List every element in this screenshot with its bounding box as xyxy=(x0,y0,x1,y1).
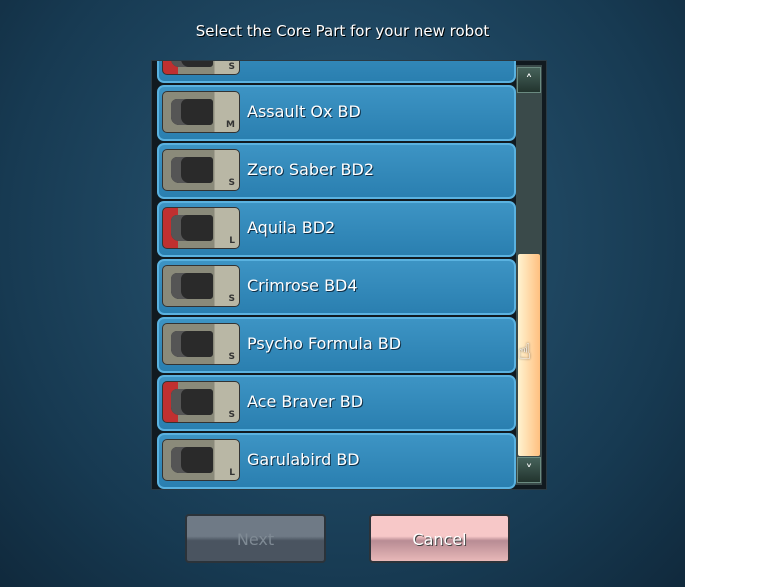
size-badge: S xyxy=(228,410,235,420)
part-icon: S xyxy=(162,265,240,307)
part-icon: S xyxy=(162,323,240,365)
part-name: Ace Braver BD xyxy=(247,392,364,411)
robot-body-icon xyxy=(171,215,213,241)
robot-body-icon xyxy=(171,331,213,357)
part-icon: M xyxy=(162,91,240,133)
size-badge: S xyxy=(228,294,235,304)
part-list-item[interactable]: S Zero Saber BD2 xyxy=(157,143,516,199)
part-name: Assault Ox BD xyxy=(247,102,361,121)
part-list-item[interactable]: S xyxy=(157,61,516,83)
part-icon: S xyxy=(162,149,240,191)
size-badge: S xyxy=(228,352,235,362)
next-button[interactable]: Next xyxy=(185,514,326,563)
scroll-up-button[interactable]: ˄ xyxy=(517,67,541,93)
part-list-item[interactable]: S Ace Braver BD xyxy=(157,375,516,431)
size-badge: S xyxy=(228,178,235,188)
part-list-item[interactable]: S Crimrose BD4 xyxy=(157,259,516,315)
part-name: Aquila BD2 xyxy=(247,218,336,237)
part-list-item[interactable]: S Psycho Formula BD xyxy=(157,317,516,373)
scrollbar[interactable]: ˄ ˅ xyxy=(516,65,542,485)
core-part-list: S M Assault Ox BD S Zero Saber BD2 L Aquila BD… xyxy=(151,60,547,490)
part-name: Garulabird BD xyxy=(247,450,360,469)
part-name: Psycho Formula BD xyxy=(247,334,402,353)
scroll-down-button[interactable]: ˅ xyxy=(517,457,541,483)
part-name: Crimrose BD4 xyxy=(247,276,358,295)
hand-cursor-icon: ☝ xyxy=(518,340,532,365)
part-name: Zero Saber BD2 xyxy=(247,160,375,179)
size-badge: M xyxy=(226,120,235,130)
robot-body-icon xyxy=(171,99,213,125)
part-list-item[interactable]: M Assault Ox BD xyxy=(157,85,516,141)
robot-body-icon xyxy=(171,389,213,415)
part-icon: S xyxy=(162,61,240,75)
dialog-title: Select the Core Part for your new robot xyxy=(195,22,490,40)
part-list-item[interactable]: L Garulabird BD xyxy=(157,433,516,489)
robot-body-icon xyxy=(171,447,213,473)
robot-body-icon xyxy=(171,273,213,299)
part-list-item[interactable]: L Aquila BD2 xyxy=(157,201,516,257)
dialog-window: Select the Core Part for your new robot … xyxy=(0,0,685,587)
robot-body-icon xyxy=(171,157,213,183)
part-icon: S xyxy=(162,381,240,423)
robot-body-icon xyxy=(171,61,213,67)
part-icon: L xyxy=(162,207,240,249)
part-icon: L xyxy=(162,439,240,481)
cancel-button[interactable]: Cancel xyxy=(369,514,510,563)
size-badge: L xyxy=(229,468,235,478)
size-badge: L xyxy=(229,236,235,246)
size-badge: S xyxy=(228,62,235,72)
